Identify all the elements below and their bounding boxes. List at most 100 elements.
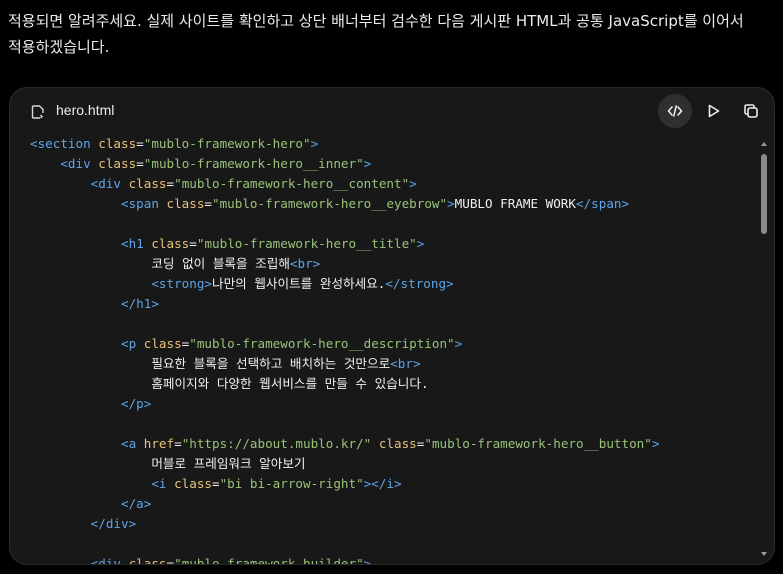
code-token: 나만의 웹사이트를 완성하세요. [212,276,386,291]
code-line: 코딩 없이 블록을 조립해<br> [30,254,754,274]
code-token: "mublo-framework-hero" [143,136,311,151]
code-token: <p [121,336,144,351]
code-token: "bi bi-arrow-right" [219,476,364,491]
code-token: = [166,556,175,564]
code-token: href [143,436,175,451]
code-line: <strong>나만의 웹사이트를 완성하세요.</strong> [30,274,754,294]
code-token: class [143,336,182,351]
code-token: </div> [90,516,137,531]
code-token: > [363,556,372,564]
code-token: <h1 [121,236,152,251]
code-token: > [310,136,319,151]
code-line: </p> [30,394,754,414]
code-token: 필요한 블록을 선택하고 배치하는 것만으로 [30,356,391,371]
code-line: <h1 class="mublo-framework-hero__title"> [30,234,754,254]
code-block-header: hero.html [10,88,774,134]
code-line: <div class="mublo-framework-builder"> [30,554,754,564]
code-token: <div [90,556,129,564]
code-token: <div [60,156,99,171]
code-token: <span [121,196,167,211]
code-token: <a [121,436,144,451]
vertical-scrollbar[interactable] [760,140,768,558]
copy-code-button[interactable] [734,94,768,128]
scroll-up-arrow-icon[interactable] [760,140,768,148]
code-line: 홈페이지와 다양한 웹서비스를 만들 수 있습니다. [30,374,754,394]
code-token: "mublo-framework-hero__description" [189,336,455,351]
code-line: <div class="mublo-framework-hero__conten… [30,174,754,194]
code-token: class [98,136,137,151]
file-code-icon [31,105,44,119]
code-token: </h1> [121,296,159,311]
code-token: class [166,196,205,211]
code-token: "mublo-framework-hero__eyebrow" [212,196,448,211]
code-token: > [447,196,455,211]
code-token: = [204,196,213,211]
code-lines: <section class="mublo-framework-hero"> <… [30,134,754,564]
code-line: </h1> [30,294,754,314]
code-token: > [416,236,425,251]
run-code-button[interactable] [696,94,730,128]
code-token: class [174,476,212,491]
code-token: <section [30,136,99,151]
code-brackets-icon [667,105,683,117]
code-token: "https://about.mublo.kr/" [181,436,372,451]
code-token: > [651,436,660,451]
code-content[interactable]: <section class="mublo-framework-hero"> <… [30,134,754,564]
code-token: MUBLO FRAME WORK [454,196,576,211]
code-line: <span class="mublo-framework-hero__eyebr… [30,194,754,214]
code-token: = [212,476,220,491]
code-token: <br> [390,356,421,371]
code-line: <a href="https://about.mublo.kr/" class=… [30,434,754,454]
scrollbar-thumb[interactable] [761,154,767,234]
code-line: </div> [30,514,754,534]
code-line: <section class="mublo-framework-hero"> [30,134,754,154]
code-line: <div class="mublo-framework-hero__inner"… [30,154,754,174]
code-token: "mublo-framework-hero__inner" [143,156,364,171]
code-line: <p class="mublo-framework-hero__descript… [30,334,754,354]
code-token: 홈페이지와 다양한 웹서비스를 만들 수 있습니다. [30,376,429,391]
assistant-message-text: 적용되면 알려주세요. 실제 사이트를 확인하고 상단 배너부터 검수한 다음 … [8,12,744,56]
code-token: "mublo-framework-hero__button" [424,436,652,451]
code-token: <strong> [151,276,212,291]
code-token: <br> [289,256,321,271]
code-line: 필요한 블록을 선택하고 배치하는 것만으로<br> [30,354,754,374]
code-filename: hero.html [56,102,115,118]
code-token: = [136,156,144,171]
code-token: > [363,156,372,171]
copy-icon [744,104,758,118]
toggle-code-view-button[interactable] [658,94,692,128]
code-token: ></i> [363,476,402,491]
code-token: class [128,176,167,191]
code-line: </a> [30,494,754,514]
code-token: <i [151,476,175,491]
code-token: > [409,176,417,191]
code-token: "mublo-framework-hero__content" [174,176,410,191]
code-token: </a> [121,496,152,511]
code-block-card: hero.html <section class="mublo-framewor… [9,87,775,565]
code-token: 머블로 프레임워크 알아보기 [30,456,306,471]
code-token: = [174,436,182,451]
code-token: class [128,556,167,564]
code-token: = [189,236,197,251]
code-token: = [136,136,144,151]
code-token: </strong> [385,276,454,291]
scroll-down-arrow-icon[interactable] [760,550,768,558]
code-token: "mublo-framework-builder" [174,556,364,564]
code-token: class [378,436,417,451]
code-token: 코딩 없이 블록을 조립해 [30,256,290,271]
code-token: class [151,236,190,251]
code-token: <div [90,176,129,191]
